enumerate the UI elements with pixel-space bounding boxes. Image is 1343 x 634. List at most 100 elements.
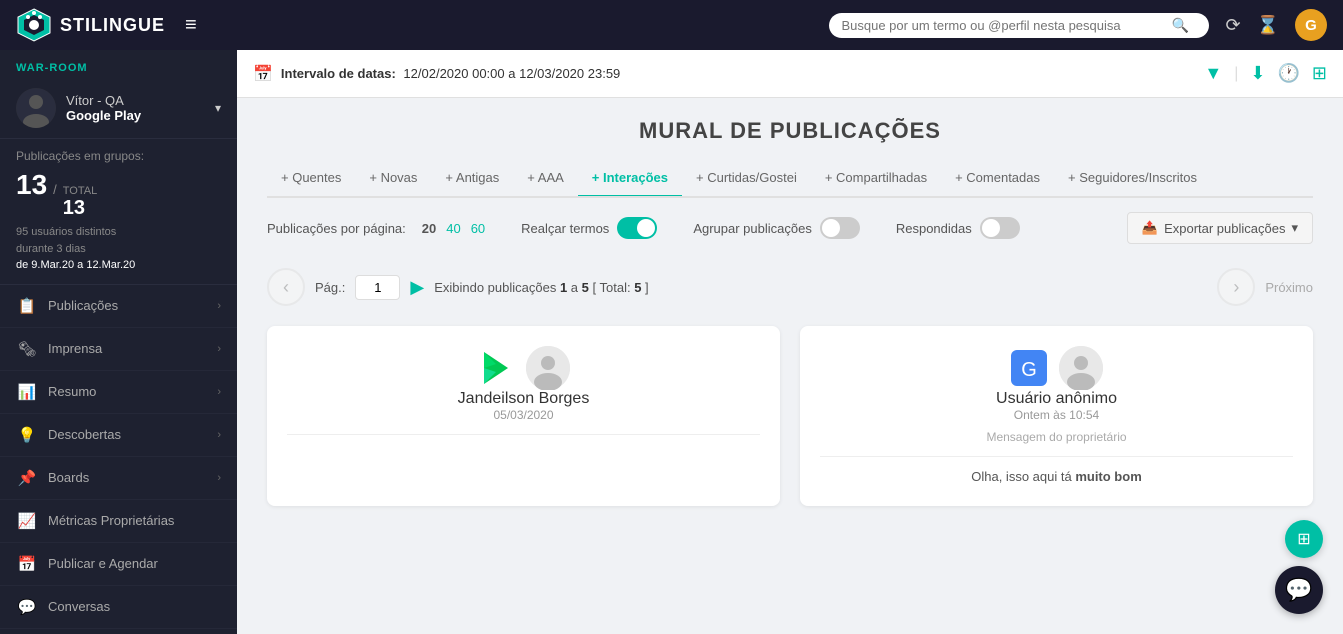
card-2-platform-icon: G bbox=[1011, 350, 1047, 386]
card-2-msg-label: Mensagem do proprietário bbox=[820, 430, 1293, 444]
filter-icon[interactable]: ▼ bbox=[1204, 63, 1222, 84]
next-label: Próximo bbox=[1265, 280, 1313, 295]
sidebar-item-boards[interactable]: 📌 Boards › bbox=[0, 457, 237, 500]
notification-button[interactable]: ⊞ bbox=[1285, 520, 1323, 558]
content-area: 📅 Intervalo de datas: 12/02/2020 00:00 a… bbox=[237, 50, 1343, 634]
tab-aaa[interactable]: + AAA bbox=[513, 160, 578, 198]
imprensa-icon: 🗞 bbox=[16, 338, 38, 360]
sidebar-item-publicar[interactable]: 📅 Publicar e Agendar bbox=[0, 543, 237, 586]
tab-interacoes[interactable]: + Interações bbox=[578, 160, 682, 198]
clock-icon[interactable]: 🕐 bbox=[1277, 63, 1299, 84]
logo-area: STILINGUE bbox=[16, 7, 165, 43]
tab-compartilhadas[interactable]: + Compartilhadas bbox=[811, 160, 941, 198]
realcar-toggle[interactable] bbox=[617, 217, 657, 239]
realcar-toggle-group: Realçar termos bbox=[521, 217, 657, 239]
profile-chevron-icon: ▾ bbox=[215, 101, 221, 115]
main-area: WAR-ROOM Vítor - QA Google Play ▾ Public… bbox=[0, 50, 1343, 634]
profile-sub: Google Play bbox=[66, 108, 215, 123]
settings-icon[interactable]: ⊞ bbox=[1312, 63, 1327, 84]
boards-chevron-icon: › bbox=[217, 472, 221, 484]
card-2-divider bbox=[820, 456, 1293, 457]
hamburger-menu[interactable]: ≡ bbox=[185, 14, 197, 37]
respondidas-knob bbox=[982, 219, 1000, 237]
tab-seguidores[interactable]: + Seguidores/Inscritos bbox=[1054, 160, 1211, 198]
agrupar-toggle[interactable] bbox=[820, 217, 860, 239]
card-2: G bbox=[800, 326, 1313, 506]
pub-number: 13 bbox=[16, 169, 47, 201]
card-1-name: Jandeilson Borges bbox=[287, 390, 760, 408]
descobertas-icon: 💡 bbox=[16, 424, 38, 446]
sidebar-item-metricas[interactable]: 📈 Métricas Proprietárias bbox=[0, 500, 237, 543]
user-avatar[interactable]: G bbox=[1295, 9, 1327, 41]
card-2-avatar bbox=[1059, 346, 1103, 390]
imprensa-chevron-icon: › bbox=[217, 343, 221, 355]
per-page-options: 20 40 60 bbox=[422, 221, 485, 236]
card-1-date: 05/03/2020 bbox=[287, 408, 760, 422]
per-page-60[interactable]: 60 bbox=[471, 221, 485, 236]
per-page-20[interactable]: 20 bbox=[422, 221, 436, 236]
tab-novas[interactable]: + Novas bbox=[355, 160, 431, 198]
conversas-icon: 💬 bbox=[16, 596, 38, 618]
download-icon[interactable]: ⬇ bbox=[1250, 63, 1265, 84]
tab-comentadas[interactable]: + Comentadas bbox=[941, 160, 1054, 198]
sidebar-item-conversas[interactable]: 💬 Conversas bbox=[0, 586, 237, 629]
export-label: Exportar publicações bbox=[1164, 221, 1285, 236]
calendar-icon: 📅 bbox=[253, 64, 273, 84]
card-1-platform-icon bbox=[478, 350, 514, 386]
per-page-40[interactable]: 40 bbox=[446, 221, 460, 236]
prev-button[interactable]: ‹ bbox=[267, 268, 305, 306]
resumo-icon: 📊 bbox=[16, 381, 38, 403]
subbar-actions: ▼ | ⬇ 🕐 ⊞ bbox=[1204, 63, 1327, 84]
search-input[interactable] bbox=[841, 18, 1171, 33]
export-button[interactable]: 📤 Exportar publicações ▾ bbox=[1127, 212, 1313, 244]
profile-avatar bbox=[16, 88, 56, 128]
refresh-icon[interactable]: ⟳ bbox=[1225, 15, 1240, 36]
logo-icon bbox=[16, 7, 52, 43]
sidebar-item-descobertas[interactable]: 💡 Descobertas › bbox=[0, 414, 237, 457]
respondidas-toggle[interactable] bbox=[980, 217, 1020, 239]
war-room-label: WAR-ROOM bbox=[0, 50, 237, 78]
pub-total-label: TOTAL 13 bbox=[63, 185, 97, 220]
sidebar-item-resumo[interactable]: 📊 Resumo › bbox=[0, 371, 237, 414]
profile-name: Vítor - QA bbox=[66, 93, 215, 108]
profile-section[interactable]: Vítor - QA Google Play ▾ bbox=[0, 78, 237, 139]
pub-label: Publicações em grupos: bbox=[16, 149, 221, 163]
sidebar-item-imprensa[interactable]: 🗞 Imprensa › bbox=[0, 328, 237, 371]
search-bar: 🔍 bbox=[829, 13, 1209, 38]
descobertas-chevron-icon: › bbox=[217, 429, 221, 441]
tab-quentes[interactable]: + Quentes bbox=[267, 160, 355, 198]
controls-bar: Publicações por página: 20 40 60 Realçar… bbox=[267, 198, 1313, 258]
realcar-label: Realçar termos bbox=[521, 221, 609, 236]
top-icons: ⟳ ⌛ G bbox=[1225, 9, 1327, 41]
sidebar-item-publicacoes[interactable]: 📋 Publicações › bbox=[0, 285, 237, 328]
boards-icon: 📌 bbox=[16, 467, 38, 489]
profile-info: Vítor - QA Google Play bbox=[66, 93, 215, 123]
card-1-divider bbox=[287, 434, 760, 435]
export-chevron-icon: ▾ bbox=[1291, 220, 1298, 236]
card-2-name: Usuário anônimo bbox=[820, 390, 1293, 408]
respondidas-toggle-group: Respondidas bbox=[896, 217, 1020, 239]
page-input[interactable] bbox=[355, 275, 400, 300]
pub-sub-info: 95 usuários distintos durante 3 dias de … bbox=[16, 224, 221, 274]
per-page-label: Publicações por página: bbox=[267, 221, 406, 236]
sidebar: WAR-ROOM Vítor - QA Google Play ▾ Public… bbox=[0, 50, 237, 634]
timer-icon[interactable]: ⌛ bbox=[1257, 15, 1279, 36]
search-icon: 🔍 bbox=[1171, 17, 1188, 34]
play-icon: ▶ bbox=[410, 277, 424, 298]
card-2-date: Ontem às 10:54 bbox=[820, 408, 1293, 422]
respondidas-label: Respondidas bbox=[896, 221, 972, 236]
page-title: MURAL DE PUBLICAÇÕES bbox=[267, 118, 1313, 144]
tab-antigas[interactable]: + Antigas bbox=[431, 160, 513, 198]
chat-button[interactable]: 💬 bbox=[1275, 566, 1323, 614]
card-2-text: Olha, isso aqui tá muito bom bbox=[820, 469, 1293, 484]
card-1-icons bbox=[287, 346, 760, 390]
card-1-avatar bbox=[526, 346, 570, 390]
date-range-value: 12/02/2020 00:00 a 12/03/2020 23:59 bbox=[403, 66, 620, 81]
top-bar: STILINGUE ≡ 🔍 ⟳ ⌛ G bbox=[0, 0, 1343, 50]
agrupar-label: Agrupar publicações bbox=[693, 221, 812, 236]
next-button[interactable]: › bbox=[1217, 268, 1255, 306]
pagination-bar: ‹ Pág.: ▶ Exibindo publicações 1 a 5 [ T… bbox=[267, 258, 1313, 316]
brand-name: STILINGUE bbox=[60, 15, 165, 36]
app-container: STILINGUE ≡ 🔍 ⟳ ⌛ G WAR-ROOM bbox=[0, 0, 1343, 634]
tab-curtidas[interactable]: + Curtidas/Gostei bbox=[682, 160, 811, 198]
